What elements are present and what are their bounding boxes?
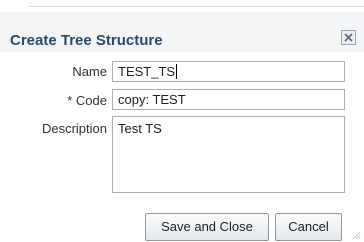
- close-button[interactable]: [341, 30, 356, 45]
- text-cursor: [176, 64, 178, 79]
- code-label: * Code: [67, 93, 107, 108]
- description-label: Description: [41, 121, 107, 136]
- close-icon: [344, 33, 353, 42]
- dialog-title: Create Tree Structure: [10, 32, 163, 49]
- dialog-titlebar[interactable]: Create Tree Structure: [0, 12, 364, 52]
- save-and-close-button[interactable]: Save and Close: [145, 213, 269, 241]
- top-divider: [28, 6, 364, 7]
- create-tree-structure-dialog: Create Tree Structure Name TEST_TS * Cod…: [0, 0, 364, 242]
- name-label: Name: [72, 64, 107, 79]
- dialog-top-strip: [0, 0, 364, 12]
- description-textarea[interactable]: Test TS: [112, 116, 345, 193]
- name-input[interactable]: TEST_TS: [112, 61, 345, 82]
- name-value: TEST_TS: [118, 64, 176, 79]
- cancel-button[interactable]: Cancel: [275, 213, 342, 241]
- resize-grip-icon[interactable]: [351, 230, 361, 240]
- code-input[interactable]: copy: TEST: [112, 89, 345, 110]
